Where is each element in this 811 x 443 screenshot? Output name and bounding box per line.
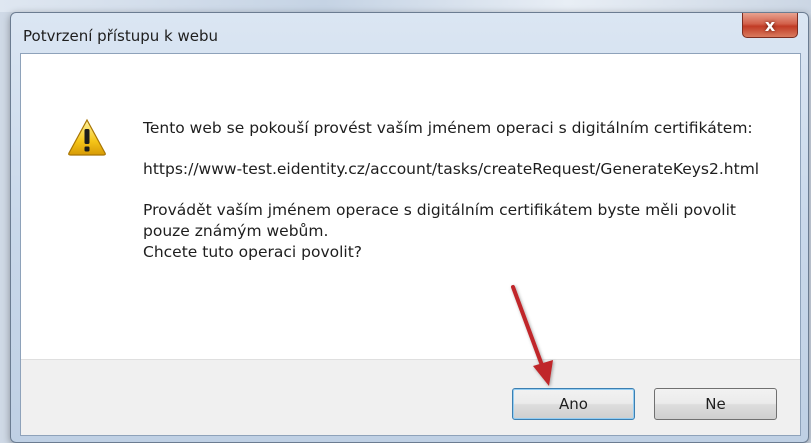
message-question: Chcete tuto operaci povolit?: [143, 243, 363, 261]
dialog-message: Tento web se pokouší provést vaším jméne…: [143, 118, 763, 263]
dialog-content: Tento web se pokouší provést vaším jméne…: [21, 54, 800, 360]
dialog-title: Potvrzení přístupu k webu: [23, 27, 218, 45]
close-icon: x: [764, 15, 776, 35]
dialog-window: Potvrzení přístupu k webu x Tento web se…: [10, 12, 809, 443]
message-intro: Tento web se pokouší provést vaším jméne…: [143, 119, 753, 137]
yes-button[interactable]: Ano: [512, 388, 635, 420]
dialog-client-area: Tento web se pokouší provést vaším jméne…: [20, 53, 801, 436]
desktop-background: [0, 0, 811, 12]
site-url: https://www-test.eidentity.cz/account/ta…: [143, 160, 760, 178]
button-bar: Ano Ne: [21, 359, 800, 435]
warning-icon: [68, 118, 106, 156]
message-advice: Provádět vaším jménem operace s digitáln…: [143, 201, 736, 240]
no-button[interactable]: Ne: [654, 388, 777, 420]
close-button[interactable]: x: [742, 13, 798, 38]
